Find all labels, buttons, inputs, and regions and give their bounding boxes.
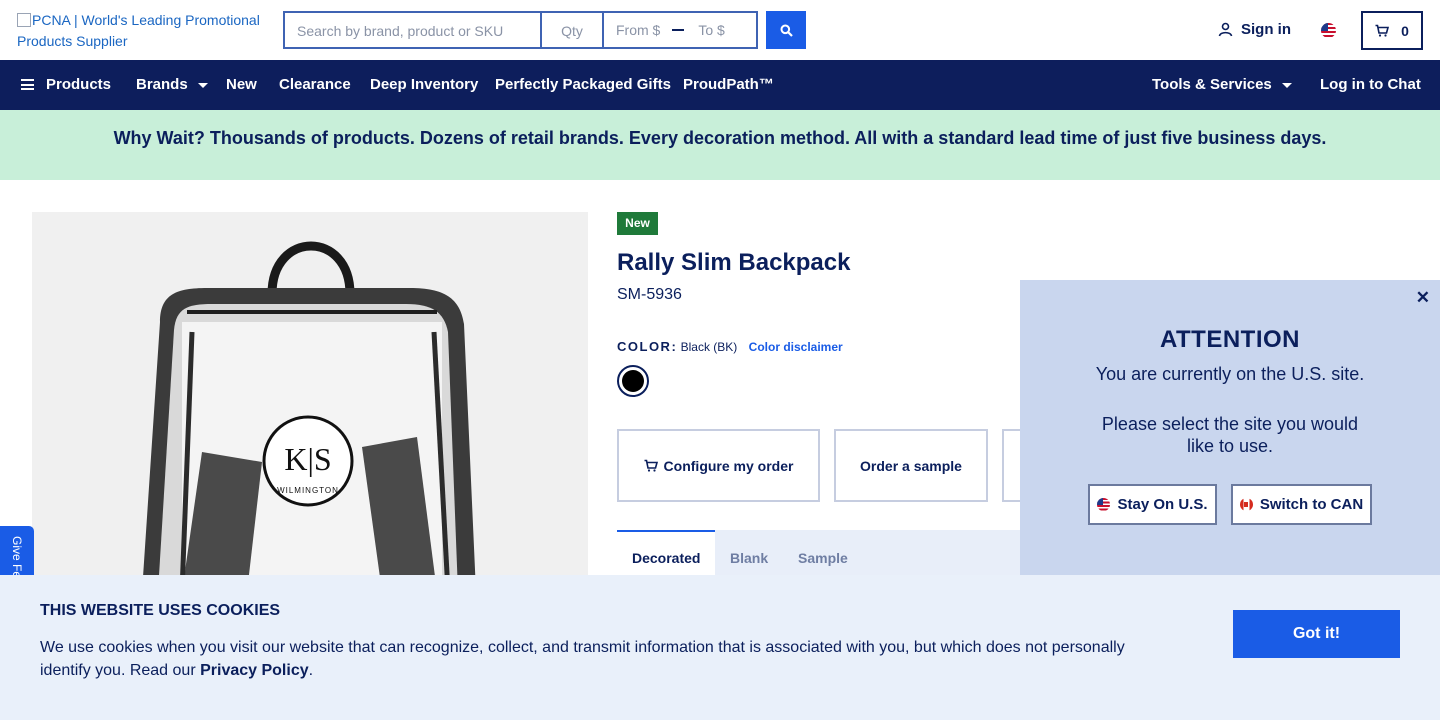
cart-count: 0 <box>1401 22 1409 39</box>
modal-message-select: Please select the site you would like to… <box>1101 414 1359 456</box>
nav-brands-label: Brands <box>136 76 188 93</box>
qty-input[interactable]: Qty <box>542 13 604 47</box>
got-it-button[interactable]: Got it! <box>1233 610 1400 658</box>
stay-us-label: Stay On U.S. <box>1117 496 1208 513</box>
new-badge: New <box>617 212 658 235</box>
user-icon <box>1218 22 1233 37</box>
cookie-banner: THIS WEBSITE USES COOKIES We use cookies… <box>0 575 1440 720</box>
sign-in-link[interactable]: Sign in <box>1218 21 1291 38</box>
us-flag-icon <box>1097 498 1111 511</box>
order-sample-button[interactable]: Order a sample <box>834 429 988 502</box>
modal-title: ATTENTION <box>1159 326 1301 353</box>
privacy-policy-link[interactable]: Privacy Policy <box>200 662 309 679</box>
nav-products-label: Products <box>46 76 112 93</box>
color-row: COLOR: Black (BK) Color disclaimer <box>617 339 843 354</box>
chevron-down-icon <box>197 83 208 88</box>
cart-icon <box>1375 24 1390 37</box>
search-input[interactable]: Search by brand, product or SKU <box>285 13 542 47</box>
nav-tools-label: Tools & Services <box>1152 76 1272 93</box>
product-image[interactable]: K|S WILMINGTON <box>32 212 588 592</box>
tab-decorated[interactable]: Decorated <box>632 550 700 566</box>
site-selector-modal: ✕ ATTENTION You are currently on the U.S… <box>1020 280 1440 575</box>
chevron-down-icon <box>1281 83 1292 88</box>
color-swatch-black[interactable] <box>617 365 649 397</box>
nav-deep-inventory[interactable]: Deep Inventory <box>370 76 478 93</box>
promo-text: Why Wait? Thousands of products. Dozens … <box>113 128 1327 148</box>
canada-flag-icon <box>1239 498 1253 511</box>
configure-label: Configure my order <box>663 457 794 474</box>
color-disclaimer-link[interactable]: Color disclaimer <box>749 340 843 354</box>
nav-clearance[interactable]: Clearance <box>279 76 351 93</box>
search-icon <box>780 24 793 37</box>
modal-message-current-site: You are currently on the U.S. site. <box>1095 364 1365 384</box>
promo-banner: Why Wait? Thousands of products. Dozens … <box>0 110 1440 180</box>
logo-alt-text: PCNA | World's Leading Promotional Produ… <box>17 12 260 49</box>
close-icon[interactable]: ✕ <box>1416 288 1430 308</box>
nav-brands[interactable]: Brands <box>136 76 208 93</box>
main-nav: Products Brands New Clearance Deep Inven… <box>0 60 1440 110</box>
product-sku: SM-5936 <box>617 286 682 303</box>
nav-tools[interactable]: Tools & Services <box>1152 76 1292 93</box>
us-flag-icon[interactable] <box>1321 23 1336 38</box>
nav-chat[interactable]: Log in to Chat <box>1320 76 1421 93</box>
configure-order-button[interactable]: Configure my order <box>617 429 820 502</box>
order-sample-label: Order a sample <box>860 457 962 474</box>
price-dash <box>672 29 685 31</box>
tab-sample[interactable]: Sample <box>798 550 848 566</box>
cookie-text: We use cookies when you visit our websit… <box>40 636 1160 682</box>
product-title: Rally Slim Backpack <box>617 249 851 276</box>
switch-can-button[interactable]: Switch to CAN <box>1231 484 1372 525</box>
logo-subtext: WILMINGTON <box>277 486 339 495</box>
cookie-period: . <box>308 662 314 679</box>
tab-blank[interactable]: Blank <box>730 550 768 566</box>
nav-new[interactable]: New <box>226 76 257 93</box>
cart-button[interactable]: 0 <box>1361 11 1423 50</box>
price-from-input[interactable]: From $ <box>616 22 660 38</box>
site-logo[interactable]: PCNA | World's Leading Promotional Produ… <box>17 10 272 52</box>
menu-icon <box>21 79 34 90</box>
logo-letters: K|S <box>284 441 331 477</box>
cookie-title: THIS WEBSITE USES COOKIES <box>40 602 281 619</box>
nav-gifts[interactable]: Perfectly Packaged Gifts <box>495 76 671 93</box>
price-range: From $ To $ <box>604 13 756 47</box>
switch-can-label: Switch to CAN <box>1259 496 1364 513</box>
search-bar: Search by brand, product or SKU Qty From… <box>283 11 758 49</box>
stay-us-button[interactable]: Stay On U.S. <box>1088 484 1217 525</box>
sign-in-label: Sign in <box>1241 21 1291 38</box>
cart-icon <box>644 459 658 472</box>
backpack-illustration: K|S WILMINGTON <box>142 241 476 592</box>
search-button[interactable] <box>766 11 806 49</box>
nav-products[interactable]: Products <box>21 76 111 93</box>
color-label: COLOR: <box>617 339 678 354</box>
nav-proudpath[interactable]: ProudPath™ <box>683 76 774 93</box>
swatch-fill <box>622 370 644 392</box>
broken-image-icon <box>17 13 31 27</box>
top-header: PCNA | World's Leading Promotional Produ… <box>0 0 1440 60</box>
price-to-input[interactable]: To $ <box>698 22 724 38</box>
color-value: Black (BK) <box>680 340 738 354</box>
